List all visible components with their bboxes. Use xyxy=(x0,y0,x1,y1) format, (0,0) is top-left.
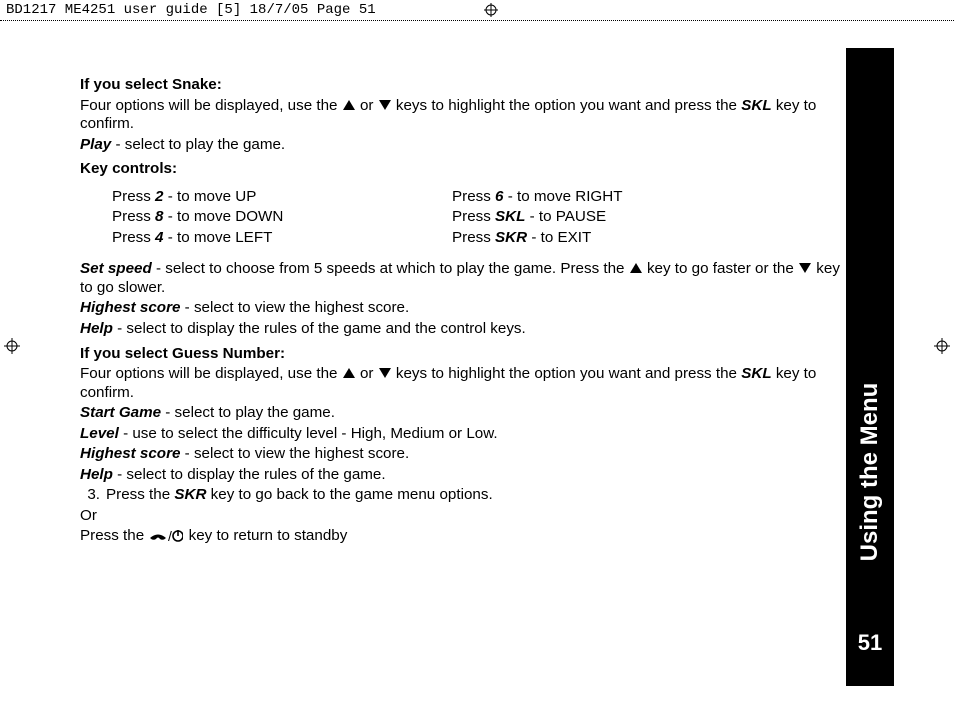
page-content: If you select Snake: Four options will b… xyxy=(80,70,850,548)
controls-row-3: Press 4 - to move LEFT Press SKR - to EX… xyxy=(112,228,850,249)
guess-intro: Four options will be displayed, use the … xyxy=(80,365,850,402)
highest-score-label: Highest score xyxy=(80,299,180,316)
play-label: Play xyxy=(80,136,111,153)
set-speed-label: Set speed xyxy=(80,260,152,277)
skl-key: SKL xyxy=(741,365,771,382)
highest-score-line: Highest score - select to view the highe… xyxy=(80,299,850,318)
control-item: Press SKL - to PAUSE xyxy=(452,208,752,227)
text: - select to play the game. xyxy=(161,404,335,421)
text: key to go faster or the xyxy=(643,260,798,277)
arrow-down-icon xyxy=(379,100,391,110)
text: Press the xyxy=(80,527,148,544)
text: key to go back to the game menu options. xyxy=(206,486,492,503)
snake-intro: Four options will be displayed, use the … xyxy=(80,97,850,134)
registration-mark-left xyxy=(4,338,20,354)
text: - select to view the highest score. xyxy=(180,299,409,316)
control-item: Press 4 - to move LEFT xyxy=(112,229,452,248)
start-game-label: Start Game xyxy=(80,404,161,421)
help-label: Help xyxy=(80,466,113,483)
highest-score-label: Highest score xyxy=(80,445,180,462)
text: keys to highlight the option you want an… xyxy=(392,365,742,382)
arrow-up-icon xyxy=(630,263,642,273)
text: Four options will be displayed, use the xyxy=(80,97,342,114)
text: Four options will be displayed, use the xyxy=(80,365,342,382)
arrow-down-icon xyxy=(379,368,391,378)
control-item: Press 8 - to move DOWN xyxy=(112,208,452,227)
arrow-up-icon xyxy=(343,100,355,110)
registration-mark-right xyxy=(934,338,950,354)
guess-help-line: Help - select to display the rules of th… xyxy=(80,466,850,485)
registration-mark-top xyxy=(484,3,498,17)
text: Press the xyxy=(106,486,174,503)
controls-row-2: Press 8 - to move DOWN Press SKL - to PA… xyxy=(112,207,850,228)
svg-text:/: / xyxy=(168,529,172,543)
crop-header-text: BD1217 ME4251 user guide [5] 18/7/05 Pag… xyxy=(6,2,376,18)
text: - select to choose from 5 speeds at whic… xyxy=(152,260,629,277)
sidebar-tab: Using the Menu 51 xyxy=(846,48,894,686)
page-number: 51 xyxy=(846,630,894,656)
step-3: 3. Press the SKR key to go back to the g… xyxy=(80,486,850,505)
controls-row-1: Press 2 - to move UP Press 6 - to move R… xyxy=(112,187,850,208)
guess-heading: If you select Guess Number: xyxy=(80,345,850,364)
control-item: Press SKR - to EXIT xyxy=(452,229,752,248)
control-item: Press 2 - to move UP xyxy=(112,188,452,207)
or-line: Or xyxy=(80,507,850,526)
standby-line: Press the / key to return to standby xyxy=(80,527,850,546)
text: key to return to standby xyxy=(184,527,347,544)
text: keys to highlight the option you want an… xyxy=(392,97,742,114)
skl-key: SKL xyxy=(741,97,771,114)
crop-header: BD1217 ME4251 user guide [5] 18/7/05 Pag… xyxy=(0,0,954,21)
step-number: 3. xyxy=(68,486,106,505)
level-line: Level - use to select the difficulty lev… xyxy=(80,425,850,444)
text: - select to display the rules of the gam… xyxy=(113,466,386,483)
key-controls-heading: Key controls: xyxy=(80,160,850,179)
text: - select to play the game. xyxy=(111,136,285,153)
text: - select to display the rules of the gam… xyxy=(113,320,526,337)
sidebar-tab-label: Using the Menu xyxy=(856,383,884,562)
text: or xyxy=(356,97,378,114)
arrow-down-icon xyxy=(799,263,811,273)
play-line: Play - select to play the game. xyxy=(80,136,850,155)
set-speed-line: Set speed - select to choose from 5 spee… xyxy=(80,260,850,297)
text: or xyxy=(356,365,378,382)
help-label: Help xyxy=(80,320,113,337)
arrow-up-icon xyxy=(343,368,355,378)
start-game-line: Start Game - select to play the game. xyxy=(80,404,850,423)
control-item: Press 6 - to move RIGHT xyxy=(452,188,752,207)
skr-key: SKR xyxy=(174,486,206,503)
snake-heading: If you select Snake: xyxy=(80,76,850,95)
step-3-text: Press the SKR key to go back to the game… xyxy=(106,486,493,505)
level-label: Level xyxy=(80,425,119,442)
hangup-power-icon: / xyxy=(149,529,183,543)
guess-highscore-line: Highest score - select to view the highe… xyxy=(80,445,850,464)
help-line: Help - select to display the rules of th… xyxy=(80,320,850,339)
text: - use to select the difficulty level - H… xyxy=(119,425,498,442)
text: - select to view the highest score. xyxy=(180,445,409,462)
